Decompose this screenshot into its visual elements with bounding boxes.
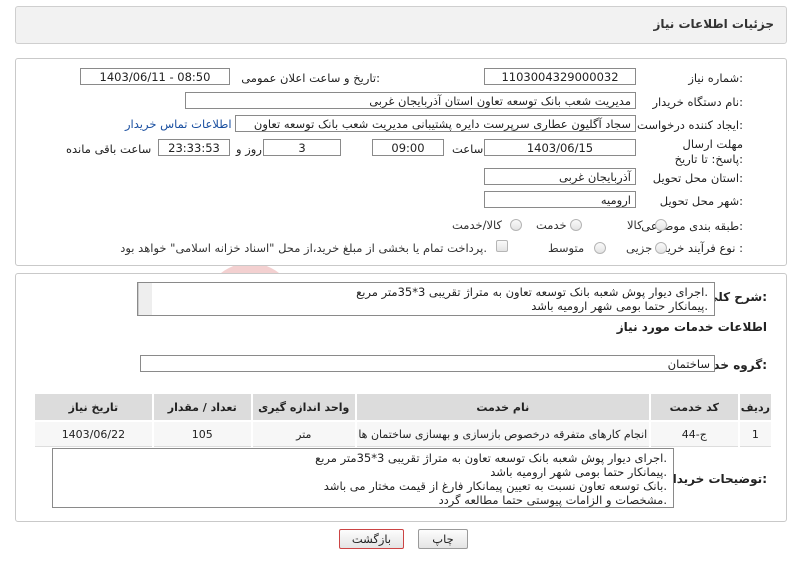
process-option-medium: متوسط [548,241,585,255]
page-header: جزئیات اطلاعات نیاز [15,6,787,44]
city-label: شهر محل تحویل: [659,194,743,208]
services-heading: اطلاعات خدمات مورد نیاز [616,320,767,334]
deadline-date-field: 1403/06/15 [484,139,636,156]
table-row: 1 ج-44 انجام کارهای متفرقه درخصوص بازساز… [33,420,774,447]
remaining-label: ساعت باقی مانده [66,142,152,156]
col-unit: واحد اندازه گیری [250,392,357,422]
creator-label: ایجاد کننده درخواست: [637,118,743,132]
process-radio-minor[interactable] [655,242,667,254]
buyer-notes-textarea[interactable]: اجرای دیوار پوش شعبه بانک توسعه تعاون به… [52,448,674,508]
treasury-payment-note: پرداخت تمام یا بخشی از مبلغ خرید،از محل … [120,241,487,255]
category-radio-goods-service[interactable] [510,219,522,231]
days-field: 3 [263,139,341,156]
cell-service-name: انجام کارهای متفرقه درخصوص بازسازی و بهس… [354,420,651,447]
summary-scrollbar[interactable] [138,283,152,315]
cell-service-code: ج-44 [648,420,740,447]
buyer-contact-link[interactable]: اطلاعات تماس خریدار [125,117,232,131]
services-table-header: ردیف کد خدمت نام خدمت واحد اندازه گیری ت… [33,392,774,422]
page-title: جزئیات اطلاعات نیاز [653,17,774,31]
buyer-org-field: مدیریت شعب بانک توسعه تعاون استان آذربای… [185,92,636,109]
category-option-service: خدمت [536,218,567,232]
cell-need-date: 1403/06/22 [33,420,154,447]
service-group-field: ساختمان [140,355,715,372]
announce-field: 1403/06/11 - 08:50 [80,68,230,85]
col-row: ردیف [737,392,774,422]
summary-textarea[interactable]: اجرای دیوار پوش شعبه بانک توسعه تعاون به… [137,282,715,316]
cell-quantity: 105 [151,420,253,447]
deadline-label: مهلت ارسال پاسخ: تا تاریخ: [674,137,743,166]
col-need-date: تاریخ نیاز [33,392,154,422]
remaining-time-field: 23:33:53 [158,139,230,156]
category-option-goods: کالا [627,218,643,232]
need-number-label: شماره نیاز: [688,71,743,85]
days-label: روز و [236,142,262,156]
process-radio-medium[interactable] [594,242,606,254]
deadline-time-label: ساعت [452,142,484,156]
category-radio-goods[interactable] [655,219,667,231]
services-table: ردیف کد خدمت نام خدمت واحد اندازه گیری ت… [33,392,774,447]
category-radio-service[interactable] [570,219,582,231]
province-field: آذربایجان غربی [484,168,636,185]
cell-row: 1 [737,420,774,447]
process-label: نوع فرآیند خرید : [661,241,743,255]
deadline-time-field: 09:00 [372,139,444,156]
creator-field: سجاد آگلیون عطاری سرپرست دایره پشتیبانی … [235,115,636,132]
col-service-name: نام خدمت [354,392,651,422]
need-number-field: 1103004329000032 [484,68,636,85]
back-button[interactable]: بازگشت [339,529,404,549]
buyer-org-label: نام دستگاه خریدار: [652,95,743,109]
category-option-goods-service: کالا/خدمت [452,218,503,232]
buyer-notes-label: توضیحات خریدار: [665,472,767,486]
print-button[interactable]: چاپ [418,529,468,549]
city-field: ارومیه [484,191,636,208]
province-label: استان محل تحویل: [652,171,743,185]
col-service-code: کد خدمت [648,392,740,422]
col-quantity: تعداد / مقدار [151,392,253,422]
cell-unit: متر [250,420,357,447]
announce-label: تاریخ و ساعت اعلان عمومی: [241,71,380,85]
process-option-minor: جزیی [626,241,653,255]
treasury-payment-checkbox[interactable] [496,240,508,252]
